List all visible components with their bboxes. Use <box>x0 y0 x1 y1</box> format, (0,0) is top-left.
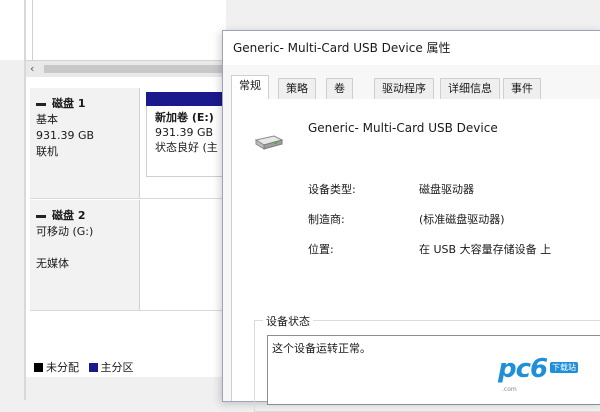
location-value: 在 USB 大容量存储设备 上 <box>419 243 552 256</box>
tab-strip: 常规 策略 卷 驱动程序 详细信息 事件 <box>231 75 600 100</box>
partition-e[interactable]: 新加卷 (E:) 931.39 GB 状态良好 (主 <box>146 92 226 178</box>
disk-size: 931.39 GB <box>36 129 95 142</box>
legend-label: 未分配 <box>46 361 79 374</box>
tab-volumes[interactable]: 卷 <box>326 78 353 99</box>
tab-events[interactable]: 事件 <box>503 78 541 99</box>
device-type-label: 设备类型: <box>308 183 356 196</box>
watermark-domain: .com <box>502 386 517 393</box>
horizontal-scrollbar[interactable]: ‹ <box>26 60 226 78</box>
usb-drive-icon <box>254 135 284 150</box>
device-status-label: 设备状态 <box>263 313 313 329</box>
column-divider <box>32 0 33 60</box>
disk-media: 无媒体 <box>36 257 69 270</box>
disk-state: 联机 <box>36 145 58 158</box>
partition-name: 新加卷 (E:) <box>155 111 214 124</box>
location-label: 位置: <box>308 243 334 256</box>
primary-partition-bar <box>146 92 226 106</box>
watermark-logo: pc6 <box>498 354 548 384</box>
device-properties-dialog: Generic- Multi-Card USB Device 属性 常规 策略 … <box>222 30 600 412</box>
partition-size: 931.39 GB <box>155 126 214 139</box>
scrollbar-thumb[interactable] <box>44 65 222 73</box>
tab-policies[interactable]: 策略 <box>278 78 316 99</box>
partition-info: 新加卷 (E:) 931.39 GB 状态良好 (主 <box>146 106 226 177</box>
site-watermark: pc6 下载站 .com <box>498 354 580 394</box>
dialog-title: Generic- Multi-Card USB Device 属性 <box>233 41 451 55</box>
manufacturer-label: 制造商: <box>308 213 345 226</box>
disk-name: 磁盘 2 <box>36 208 139 224</box>
tab-details[interactable]: 详细信息 <box>440 78 500 99</box>
volume-list-area <box>0 0 226 60</box>
partition-legend: 未分配 主分区 <box>34 359 140 375</box>
device-name: Generic- Multi-Card USB Device <box>308 121 498 135</box>
scroll-left-arrow-icon[interactable]: ‹ <box>30 62 34 75</box>
tab-driver[interactable]: 驱动程序 <box>374 78 434 99</box>
watermark-badge: 下载站 <box>550 362 578 373</box>
legend-label: 主分区 <box>100 361 134 374</box>
disk-row-2[interactable]: 磁盘 2 可移动 (G:) 无媒体 <box>30 200 226 311</box>
disk-type: 可移动 (G:) <box>36 225 94 238</box>
disk-name: 磁盘 1 <box>36 96 139 112</box>
legend-primary: 主分区 <box>88 361 134 374</box>
legend-swatch <box>88 363 98 372</box>
partition-status: 状态良好 (主 <box>155 141 218 154</box>
dialog-title-bar[interactable]: Generic- Multi-Card USB Device 属性 <box>223 31 600 65</box>
disk-label-1[interactable]: 磁盘 1 基本 931.39 GB 联机 <box>30 88 140 198</box>
disk-row-1[interactable]: 磁盘 1 基本 931.39 GB 联机 新加卷 (E:) 931.39 GB … <box>30 88 226 199</box>
disk-label-2[interactable]: 磁盘 2 可移动 (G:) 无媒体 <box>30 200 140 310</box>
legend-unallocated: 未分配 <box>34 361 79 374</box>
disk-type: 基本 <box>36 113 58 126</box>
manufacturer-value: (标准磁盘驱动器) <box>419 213 505 226</box>
tab-general[interactable]: 常规 <box>231 75 269 100</box>
device-type-value: 磁盘驱动器 <box>419 183 474 196</box>
legend-swatch <box>34 363 43 372</box>
